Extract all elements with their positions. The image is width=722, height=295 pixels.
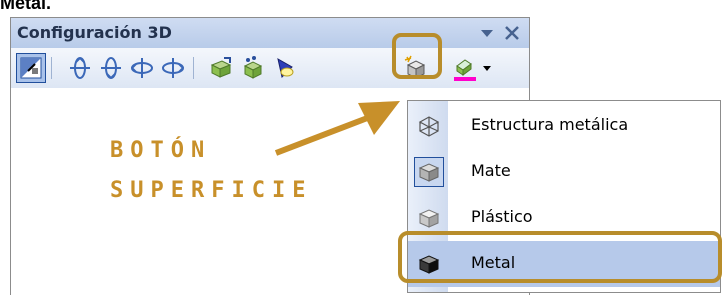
wireframe-icon	[414, 111, 444, 141]
surface-button-highlight	[392, 33, 442, 79]
menu-item-wireframe[interactable]: Estructura metálica	[408, 103, 720, 149]
3d-on-off-button[interactable]	[16, 53, 46, 83]
tilt-right-icon	[162, 58, 184, 78]
page-text-fragment: Metal.	[0, 0, 52, 13]
depth-button[interactable]	[206, 53, 236, 83]
plastic-icon	[414, 203, 444, 233]
3d-on-off-icon	[20, 57, 42, 79]
tilt-down-icon	[70, 57, 90, 79]
tilt-left-icon	[131, 58, 153, 78]
close-icon	[505, 26, 519, 40]
tilt-up-icon	[101, 57, 121, 79]
toolbar-options-button[interactable]	[476, 22, 498, 44]
chevron-down-icon	[481, 30, 493, 37]
annotation-line-1: BOTÓN	[110, 138, 212, 163]
close-button[interactable]	[501, 22, 523, 44]
tilt-left-button[interactable]	[127, 53, 157, 83]
annotation-line-2: SUPERFICIE	[110, 178, 313, 203]
depth-icon	[210, 57, 232, 78]
menu-item-label: Plástico	[471, 207, 533, 226]
3d-color-icon	[454, 59, 491, 81]
annotation-arrow	[274, 101, 400, 156]
lighting-icon	[277, 58, 294, 78]
menu-item-label: Estructura metálica	[471, 115, 629, 134]
lighting-button[interactable]	[270, 53, 300, 83]
toolbar-separator	[51, 57, 52, 79]
3d-toolbar	[11, 48, 529, 88]
panel-titlebar[interactable]: Configuración 3D	[11, 18, 529, 48]
panel-title: Configuración 3D	[17, 23, 172, 42]
menu-item-label: Mate	[471, 161, 511, 180]
toolbar-separator	[193, 57, 194, 79]
matte-icon	[414, 157, 444, 187]
menu-item-matte[interactable]: Mate	[408, 149, 720, 195]
metal-item-highlight	[398, 231, 722, 283]
tilt-right-button[interactable]	[158, 53, 188, 83]
tilt-up-button[interactable]	[96, 53, 126, 83]
tilt-down-button[interactable]	[65, 53, 95, 83]
direction-icon	[243, 56, 263, 79]
3d-color-button[interactable]	[451, 53, 495, 83]
direction-button[interactable]	[238, 53, 268, 83]
